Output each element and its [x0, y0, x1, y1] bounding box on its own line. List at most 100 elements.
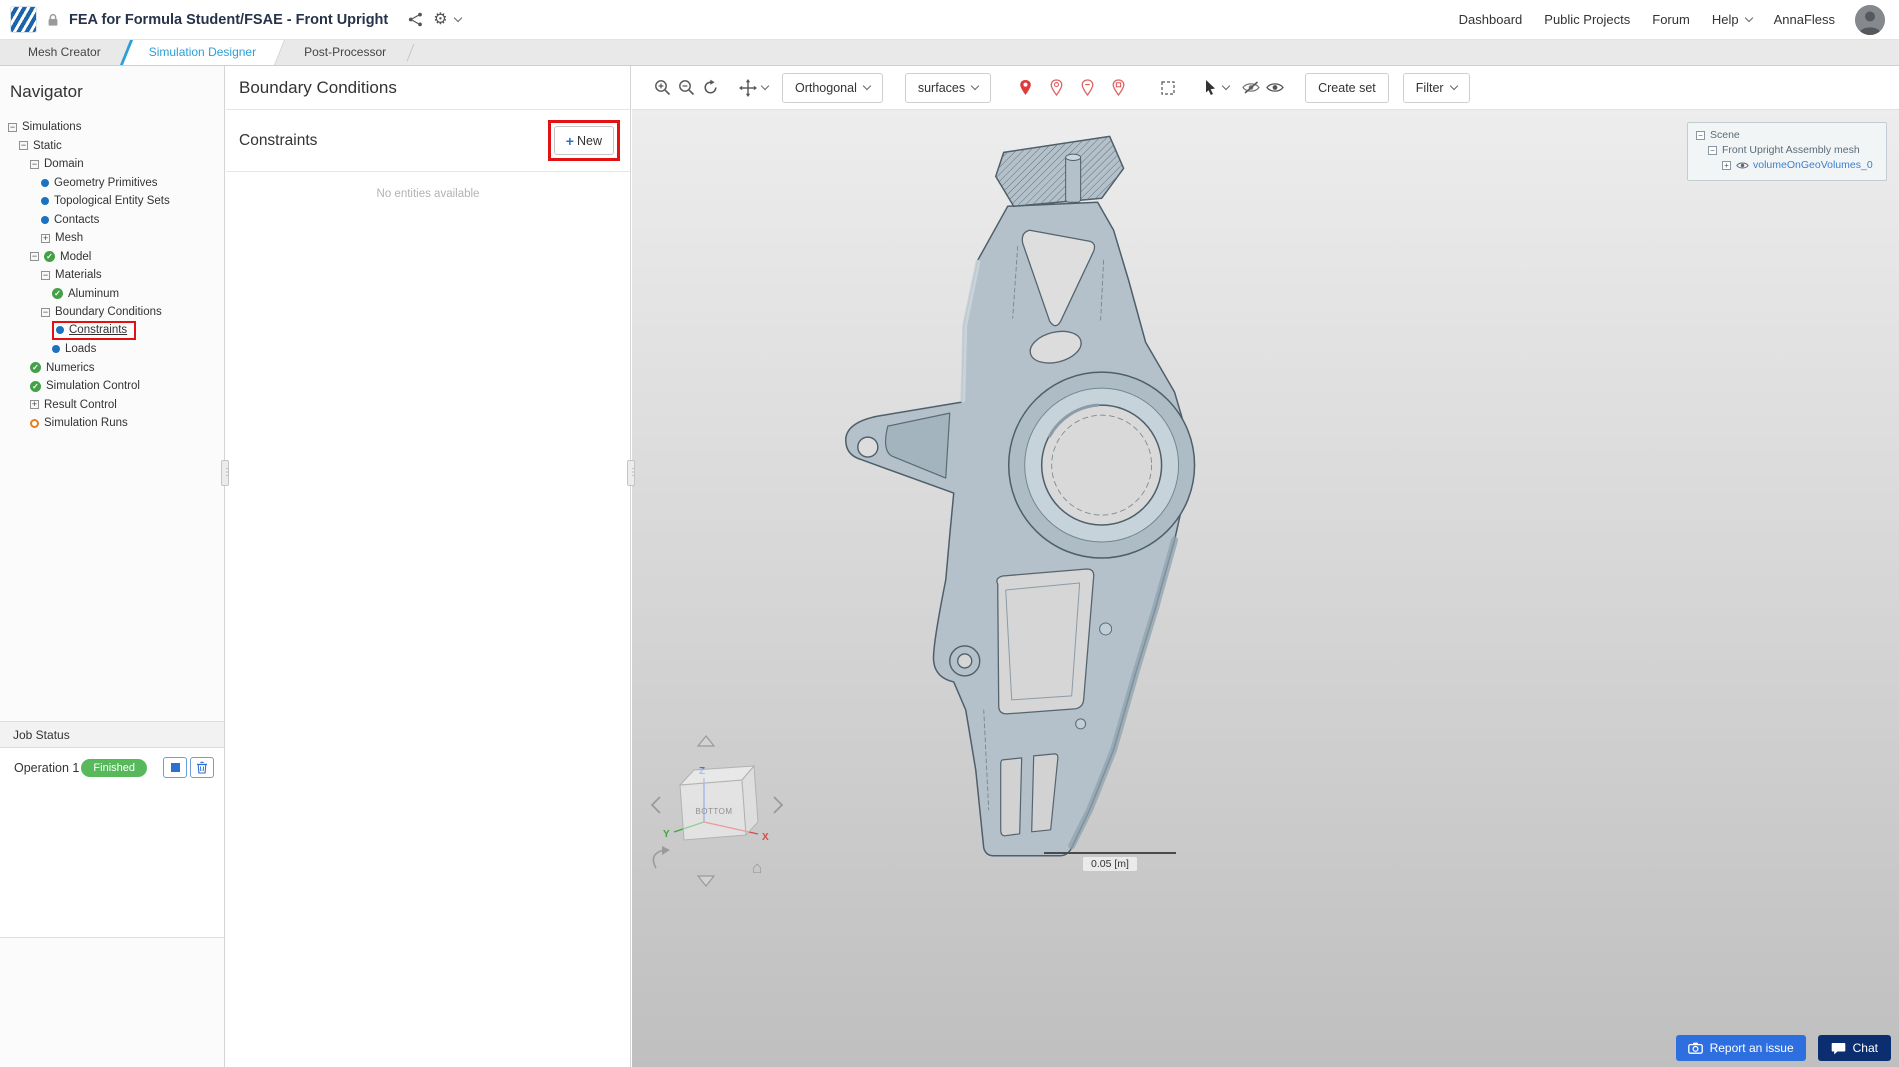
probe-surface-icon[interactable] — [1075, 75, 1099, 101]
nav-help[interactable]: Help — [1712, 12, 1753, 27]
viewport-canvas[interactable]: − Scene − Front Upright Assembly mesh + … — [632, 110, 1899, 1067]
tree-item-loads[interactable]: Loads — [0, 340, 224, 359]
tree-item-label: Aluminum — [68, 287, 120, 300]
probe-line-icon[interactable] — [1044, 75, 1068, 101]
box-select-icon[interactable] — [1156, 75, 1180, 101]
annotation-box-new: + New — [547, 120, 620, 161]
panel-resize-handle[interactable]: ⋮ — [627, 460, 638, 486]
projection-mode-label: Orthogonal — [795, 80, 857, 95]
tree-item-label: Topological Entity Sets — [54, 195, 170, 208]
collapse-icon[interactable]: − — [41, 270, 50, 280]
delete-job-button[interactable] — [190, 757, 214, 778]
rotate-up-control[interactable] — [696, 735, 716, 747]
job-status-badge: Finished — [81, 758, 147, 777]
collapse-icon[interactable]: − — [1708, 146, 1717, 155]
tree-item-simulations[interactable]: − Simulations — [0, 118, 224, 137]
tree-item-numerics[interactable]: ✓ Numerics — [0, 359, 224, 378]
filter-button[interactable]: Filter — [1402, 72, 1470, 103]
tree-item-boundary-conditions[interactable]: − Boundary Conditions — [0, 303, 224, 322]
tab-post-processor[interactable]: Post-Processor — [280, 40, 410, 65]
tab-simulation-designer[interactable]: Simulation Designer — [125, 40, 280, 65]
scene-root-label: Scene — [1710, 129, 1740, 141]
entity-dot-icon — [52, 345, 60, 354]
tree-item-materials[interactable]: − Materials — [0, 266, 224, 285]
tree-item-label: Mesh — [55, 232, 84, 245]
expand-icon[interactable]: + — [30, 400, 39, 410]
tree-item-mesh[interactable]: + Mesh — [0, 229, 224, 248]
report-issue-button[interactable]: Report an issue — [1675, 1035, 1806, 1061]
reset-view-icon[interactable] — [698, 75, 722, 101]
empty-state-text: No entities available — [376, 188, 480, 200]
cursor-tool-icon[interactable] — [1198, 75, 1222, 101]
chevron-down-icon[interactable] — [1221, 81, 1231, 91]
scene-tree-mesh[interactable]: − Front Upright Assembly mesh — [1696, 143, 1878, 158]
tree-item-static[interactable]: − Static — [0, 137, 224, 156]
selection-mode-button[interactable]: surfaces — [904, 72, 992, 103]
create-set-button[interactable]: Create set — [1305, 72, 1389, 103]
rotate-down-control[interactable] — [696, 875, 716, 887]
tree-item-label: Simulation Runs — [44, 417, 128, 430]
tree-item-model[interactable]: − ✓ Model — [0, 248, 224, 267]
chevron-down-icon — [453, 13, 462, 23]
chat-button[interactable]: Chat — [1817, 1035, 1891, 1061]
nav-forum[interactable]: Forum — [1652, 12, 1690, 27]
avatar[interactable] — [1855, 4, 1885, 35]
tree-item-result-control[interactable]: + Result Control — [0, 396, 224, 415]
hide-entity-icon[interactable] — [1239, 75, 1263, 101]
view-cube[interactable]: BOTTOM — [678, 764, 759, 841]
nav-annafless[interactable]: AnnaFless — [1774, 12, 1835, 27]
front-upright-model[interactable] — [632, 110, 1899, 1067]
simscale-logo-icon[interactable] — [10, 6, 37, 33]
nav-public-projects[interactable]: Public Projects — [1544, 12, 1630, 27]
probe-volume-icon[interactable] — [1106, 75, 1130, 101]
nav-dashboard[interactable]: Dashboard — [1459, 12, 1523, 27]
tree-item-simulation-runs[interactable]: Simulation Runs — [0, 414, 224, 433]
tree-item-simulation-control[interactable]: ✓ Simulation Control — [0, 377, 224, 396]
zoom-in-icon[interactable] — [650, 75, 674, 101]
visibility-eye-icon[interactable] — [1736, 161, 1749, 170]
viewport-toolbar: Orthogonal surfaces Create set Filter — [632, 66, 1899, 110]
x-axis-label: X — [762, 832, 769, 843]
collapse-icon[interactable]: − — [1696, 131, 1705, 140]
new-constraint-button[interactable]: + New — [553, 126, 614, 155]
settings-gear-icon[interactable]: ⚙ — [433, 11, 462, 28]
projection-mode-button[interactable]: Orthogonal — [782, 72, 883, 103]
tree-item-domain[interactable]: − Domain — [0, 155, 224, 174]
show-entity-icon[interactable] — [1263, 75, 1287, 101]
report-issue-label: Report an issue — [1709, 1041, 1794, 1055]
rotate-left-control[interactable] — [650, 796, 661, 814]
collapse-icon[interactable]: − — [19, 141, 28, 151]
chevron-down-icon[interactable] — [760, 81, 770, 91]
rotate-right-control[interactable] — [773, 796, 784, 814]
panel-resize-handle[interactable]: ⋮ — [221, 460, 232, 486]
tab-mesh-creator[interactable]: Mesh Creator — [4, 40, 125, 65]
home-view-icon[interactable]: ⌂ — [752, 858, 762, 877]
collapse-icon[interactable]: − — [30, 252, 39, 262]
tree-item-topological-entity-sets[interactable]: Topological Entity Sets — [0, 192, 224, 211]
zoom-out-icon[interactable] — [674, 75, 698, 101]
collapse-icon[interactable]: − — [41, 307, 50, 317]
expand-icon[interactable]: + — [1722, 161, 1731, 170]
tree-item-geometry-primitives[interactable]: Geometry Primitives — [0, 174, 224, 193]
expand-icon[interactable]: + — [41, 233, 50, 243]
collapse-icon[interactable]: − — [30, 159, 39, 169]
stop-job-button[interactable] — [163, 757, 187, 778]
share-icon[interactable] — [408, 12, 423, 27]
view-cube-widget: Z Y X BOTTOM ⌂ — [642, 730, 792, 890]
scene-tree-volume[interactable]: + volumeOnGeoVolumes_0 — [1696, 158, 1878, 173]
tree-item-constraints[interactable]: Constraints — [0, 321, 224, 341]
tree-item-aluminum[interactable]: ✓ Aluminum — [0, 285, 224, 304]
navigator-tree: − Simulations − Static − Domain Geometry Primi… — [0, 118, 224, 433]
scene-tree-root[interactable]: − Scene — [1696, 128, 1878, 143]
header-nav: Dashboard Public Projects Forum Help AnnaFle… — [1459, 12, 1835, 27]
view-cube-face-label: BOTTOM — [695, 807, 732, 816]
entity-dot-icon — [56, 326, 64, 335]
probe-point-icon[interactable] — [1013, 75, 1037, 101]
collapse-icon[interactable]: − — [8, 122, 17, 132]
pan-tool-icon[interactable] — [736, 75, 760, 101]
chevron-down-icon — [1449, 81, 1458, 91]
filter-label: Filter — [1415, 80, 1444, 95]
navigator-title: Navigator — [10, 82, 83, 101]
tree-item-label: Materials — [55, 269, 102, 282]
tree-item-contacts[interactable]: Contacts — [0, 211, 224, 230]
